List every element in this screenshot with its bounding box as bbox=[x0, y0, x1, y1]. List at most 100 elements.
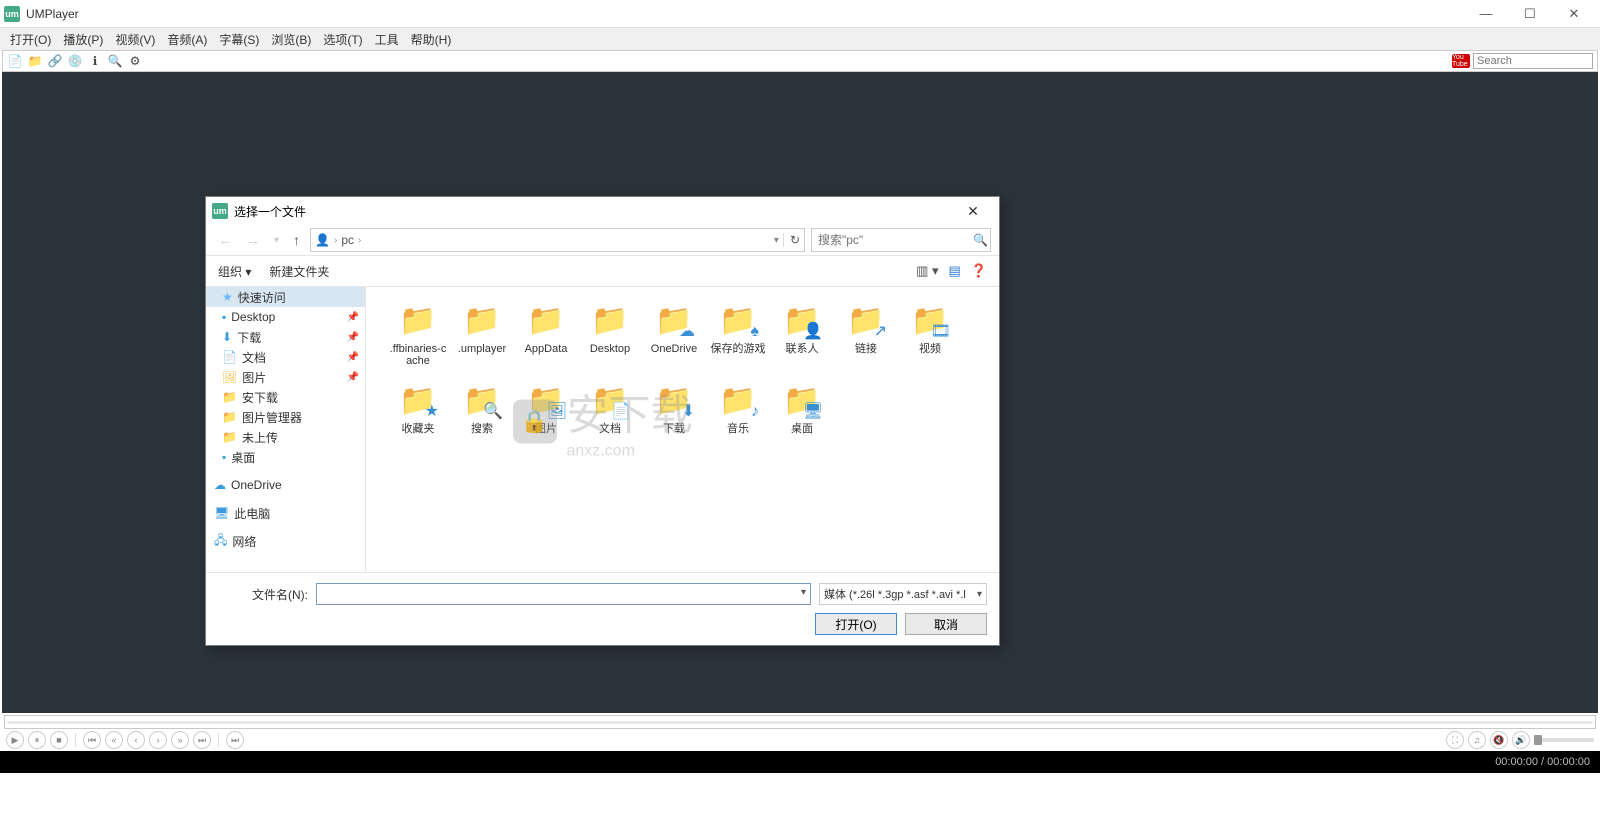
download-icon: ⬇ bbox=[222, 330, 232, 344]
folder-video-icon: 📁🎞 bbox=[909, 299, 951, 341]
search-input[interactable] bbox=[1473, 53, 1593, 69]
maximize-button[interactable]: ☐ bbox=[1508, 0, 1552, 28]
file-item[interactable]: 📁♠保存的游戏 bbox=[706, 299, 770, 379]
menu-browse[interactable]: 浏览(B) bbox=[265, 31, 317, 48]
open-file-icon[interactable]: 📄 bbox=[7, 53, 23, 69]
open-button[interactable]: 打开(O) bbox=[815, 613, 897, 635]
sidebar-documents[interactable]: 📄文档📌 bbox=[206, 347, 365, 367]
folder-icon: 📁 bbox=[589, 299, 631, 341]
nav-back-icon[interactable]: ← bbox=[214, 232, 236, 248]
back-button[interactable]: ‹ bbox=[127, 731, 145, 749]
file-item[interactable]: 📁Desktop bbox=[578, 299, 642, 379]
menu-tools[interactable]: 工具 bbox=[369, 31, 405, 48]
new-folder-button[interactable]: 新建文件夹 bbox=[269, 263, 329, 280]
mute-button[interactable]: 🔇 bbox=[1490, 731, 1508, 749]
file-type-select[interactable]: 媒体 (*.26l *.3gp *.asf *.avi *.l▾ bbox=[819, 583, 987, 605]
file-item[interactable]: 📁↗链接 bbox=[834, 299, 898, 379]
sidebar-quickaccess[interactable]: ★快速访问 bbox=[206, 287, 365, 307]
search-icon[interactable]: 🔍 bbox=[107, 53, 123, 69]
breadcrumb[interactable]: 👤 › pc › ▾ ↻ bbox=[310, 228, 805, 252]
prev-button[interactable]: ⏮ bbox=[83, 731, 101, 749]
preview-pane-button[interactable]: ▤ bbox=[949, 263, 961, 279]
fullscreen-button[interactable]: ⛶ bbox=[1446, 731, 1464, 749]
file-item[interactable]: 📁AppData bbox=[514, 299, 578, 379]
info-icon[interactable]: ℹ bbox=[87, 53, 103, 69]
volume-slider[interactable] bbox=[1534, 738, 1594, 742]
view-mode-button[interactable]: ▥ ▾ bbox=[916, 263, 938, 279]
refresh-icon[interactable]: ↻ bbox=[783, 233, 800, 247]
dialog-search[interactable]: 🔍 bbox=[811, 228, 991, 252]
filename-input[interactable] bbox=[316, 583, 811, 605]
dialog-icon: um bbox=[212, 203, 228, 219]
youtube-search: You Tube bbox=[1452, 53, 1593, 69]
file-grid[interactable]: 📁.ffbinaries-cache📁.umplayer📁AppData📁Des… bbox=[366, 287, 999, 572]
file-item[interactable]: 📁.umplayer bbox=[450, 299, 514, 379]
next-button[interactable]: ⏭ bbox=[193, 731, 211, 749]
cloud-icon: ☁ bbox=[214, 478, 226, 492]
file-item[interactable]: 📁☁OneDrive bbox=[642, 299, 706, 379]
organize-button[interactable]: 组织 ▾ bbox=[218, 263, 251, 280]
dialog-body: ★快速访问 ▪Desktop📌 ⬇下载📌 📄文档📌 🖼图片📌 📁安下载 📁图片管… bbox=[206, 287, 999, 572]
menu-subtitle[interactable]: 字幕(S) bbox=[213, 31, 265, 48]
step-button[interactable]: ⏭ bbox=[226, 731, 244, 749]
open-url-icon[interactable]: 🔗 bbox=[47, 53, 63, 69]
fwd-button[interactable]: › bbox=[149, 731, 167, 749]
file-item[interactable]: 📁🖼图片 bbox=[514, 379, 578, 459]
stop-button[interactable]: ■ bbox=[50, 731, 68, 749]
video-viewport: um 选择一个文件 ✕ ← → ▾ ↑ 👤 › pc › ▾ ↻ 🔍 bbox=[2, 72, 1598, 713]
file-label: 图片 bbox=[535, 423, 557, 435]
close-button[interactable]: ✕ bbox=[1552, 0, 1596, 28]
folder-icon: 📁 bbox=[525, 299, 567, 341]
file-item[interactable]: 📁🔍搜索 bbox=[450, 379, 514, 459]
sidebar-desktop[interactable]: ▪Desktop📌 bbox=[206, 307, 365, 327]
volume-button[interactable]: 🔊 bbox=[1512, 731, 1530, 749]
seek-bar[interactable] bbox=[4, 715, 1596, 729]
minimize-button[interactable]: — bbox=[1464, 0, 1508, 28]
crumb-user[interactable]: pc bbox=[341, 233, 354, 247]
sidebar-anxiazai[interactable]: 📁安下载 bbox=[206, 387, 365, 407]
play-button[interactable]: ▶ bbox=[6, 731, 24, 749]
sidebar-thispc[interactable]: 🖥此电脑 bbox=[206, 503, 365, 523]
file-item[interactable]: 📁📄文档 bbox=[578, 379, 642, 459]
menu-options[interactable]: 选项(T) bbox=[317, 31, 368, 48]
menu-audio[interactable]: 音频(A) bbox=[161, 31, 213, 48]
file-item[interactable]: 📁♪音乐 bbox=[706, 379, 770, 459]
sidebar-weishangchuan[interactable]: 📁未上传 bbox=[206, 427, 365, 447]
file-item[interactable]: 📁🖥桌面 bbox=[770, 379, 834, 459]
file-item[interactable]: 📁👤联系人 bbox=[770, 299, 834, 379]
sidebar-picmgr[interactable]: 📁图片管理器 bbox=[206, 407, 365, 427]
file-label: 文档 bbox=[599, 423, 621, 435]
sidebar-network[interactable]: 🖧网络 bbox=[206, 531, 365, 551]
file-item[interactable]: 📁⬇下载 bbox=[642, 379, 706, 459]
fastfwd-button[interactable]: » bbox=[171, 731, 189, 749]
sidebar-downloads[interactable]: ⬇下载📌 bbox=[206, 327, 365, 347]
sidebar-desktop2[interactable]: ▪桌面 bbox=[206, 447, 365, 467]
file-item[interactable]: 📁★收藏夹 bbox=[386, 379, 450, 459]
file-item[interactable]: 📁.ffbinaries-cache bbox=[386, 299, 450, 379]
menu-open[interactable]: 打开(O) bbox=[4, 31, 57, 48]
pin-icon: 📌 bbox=[347, 332, 359, 343]
file-open-dialog: um 选择一个文件 ✕ ← → ▾ ↑ 👤 › pc › ▾ ↻ 🔍 bbox=[205, 196, 1000, 646]
cancel-button[interactable]: 取消 bbox=[905, 613, 987, 635]
file-item[interactable]: 📁🎞视频 bbox=[898, 299, 962, 379]
open-folder-icon[interactable]: 📁 bbox=[27, 53, 43, 69]
nav-up-icon[interactable]: ↑ bbox=[289, 232, 304, 248]
menu-video[interactable]: 视频(V) bbox=[109, 31, 161, 48]
nav-recent-icon[interactable]: ▾ bbox=[270, 235, 283, 246]
sidebar-onedrive[interactable]: ☁OneDrive bbox=[206, 475, 365, 495]
file-label: .ffbinaries-cache bbox=[387, 343, 449, 367]
network-icon: 🖧 bbox=[214, 531, 227, 552]
open-disc-icon[interactable]: 💿 bbox=[67, 53, 83, 69]
help-icon[interactable]: ❓ bbox=[971, 263, 987, 279]
menu-play[interactable]: 播放(P) bbox=[57, 31, 109, 48]
sidebar-pictures[interactable]: 🖼图片📌 bbox=[206, 367, 365, 387]
settings-icon[interactable]: ⚙ bbox=[127, 53, 143, 69]
rewind-button[interactable]: « bbox=[105, 731, 123, 749]
chevron-down-icon[interactable]: ▾ bbox=[774, 235, 779, 246]
dialog-close-button[interactable]: ✕ bbox=[953, 203, 993, 220]
menu-help[interactable]: 帮助(H) bbox=[405, 31, 458, 48]
nav-forward-icon[interactable]: → bbox=[242, 232, 264, 248]
equalizer-button[interactable]: ♫ bbox=[1468, 731, 1486, 749]
pause-button[interactable]: ⏸ bbox=[28, 731, 46, 749]
dialog-search-input[interactable] bbox=[818, 233, 973, 247]
